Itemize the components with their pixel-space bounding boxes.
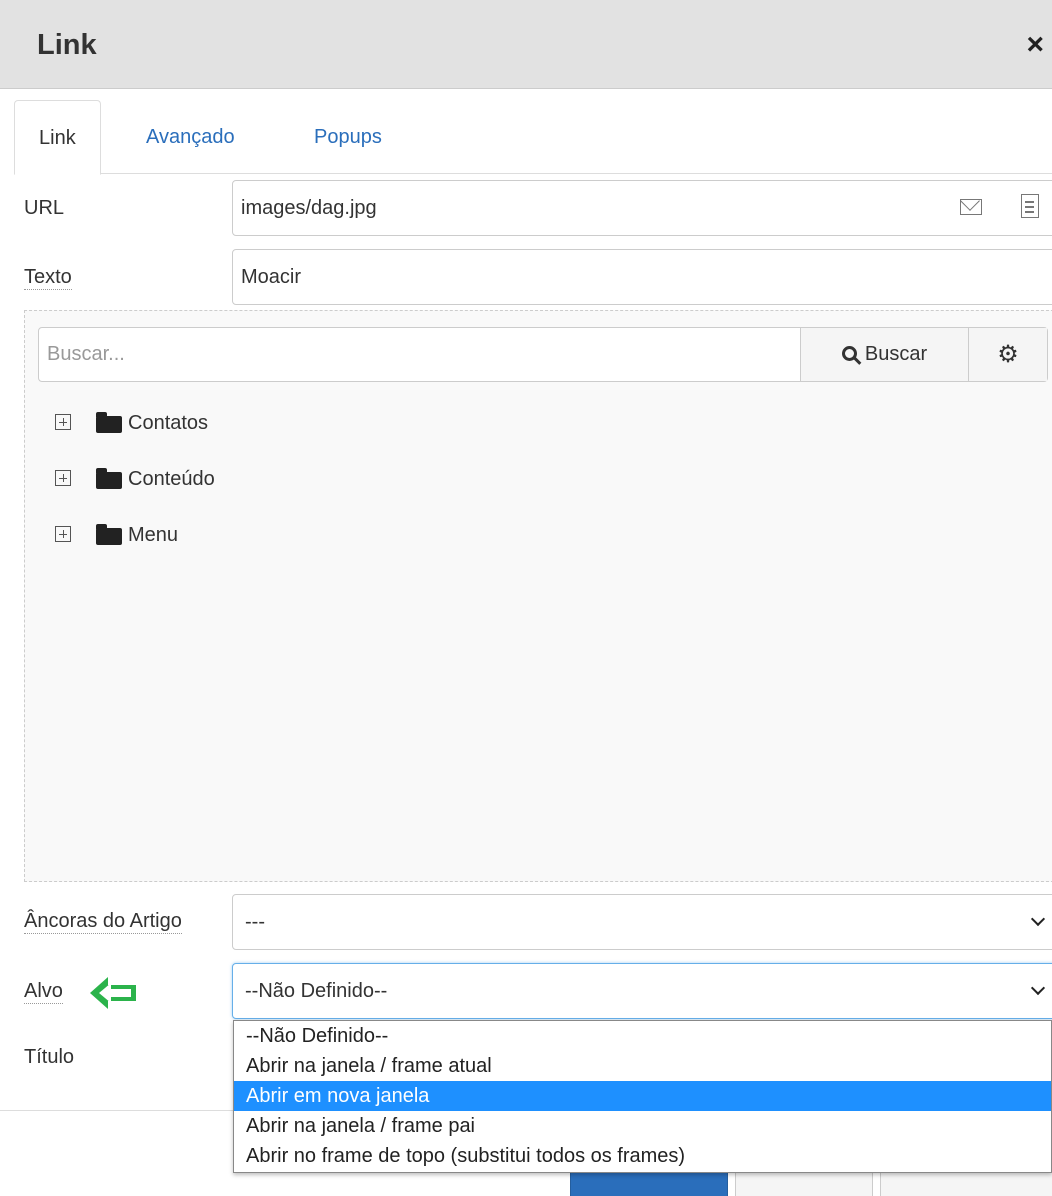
close-icon[interactable]: × (1026, 30, 1044, 60)
target-value: --Não Definido-- (245, 980, 388, 1002)
tab-link[interactable]: Link (14, 100, 101, 175)
tab-popups[interactable]: Popups (290, 100, 406, 174)
target-label: Alvo (24, 980, 63, 1004)
titulo-label: Título (24, 1046, 75, 1068)
dialog-title: Link (37, 29, 97, 61)
file-browser-icon[interactable] (1021, 194, 1039, 218)
target-select[interactable]: --Não Definido-- (232, 963, 1052, 1019)
chevron-down-icon (1030, 980, 1046, 996)
anchors-label: Âncoras do Artigo (24, 910, 182, 934)
expand-plus-icon[interactable] (55, 470, 71, 486)
chevron-down-icon (1030, 911, 1046, 927)
settings-button[interactable]: ⚙ (969, 328, 1047, 381)
tree-item-label: Menu (128, 524, 179, 546)
expand-plus-icon[interactable] (55, 526, 71, 542)
texto-label: Texto (24, 266, 72, 290)
folder-icon (96, 524, 122, 545)
search-input[interactable]: Buscar... (39, 328, 801, 381)
tree-item-label: Contatos (128, 412, 209, 434)
target-option-highlighted[interactable]: Abrir em nova janela (234, 1081, 1051, 1111)
texto-input[interactable]: Moacir (232, 249, 1052, 305)
folder-icon (96, 412, 122, 433)
arrow-left-icon (90, 977, 136, 1009)
anchors-value: --- (245, 911, 265, 933)
search-button-label: Buscar (864, 343, 928, 365)
tab-bar: Link Avançado Popups (14, 100, 1052, 175)
url-label: URL (24, 197, 65, 219)
folder-icon (96, 468, 122, 489)
search-group: Buscar... Buscar ⚙ (38, 327, 1048, 382)
link-dialog: Link × Link Avançado Popups URL images/d… (0, 0, 1052, 1196)
target-option[interactable]: Abrir no frame de topo (substitui todos … (234, 1141, 1051, 1171)
gear-icon: ⚙ (997, 341, 1019, 368)
target-option[interactable]: Abrir na janela / frame pai (234, 1111, 1051, 1141)
search-button[interactable]: Buscar (801, 328, 969, 381)
search-icon (841, 346, 857, 361)
target-option[interactable]: Abrir na janela / frame atual (234, 1051, 1051, 1081)
content-browser: Buscar... Buscar ⚙ Contatos Conteúdo Men… (24, 310, 1052, 882)
dialog-header: Link × (0, 0, 1052, 89)
expand-plus-icon[interactable] (55, 414, 71, 430)
tree-item-label: Conteúdo (128, 468, 215, 490)
email-link-icon[interactable] (960, 199, 982, 215)
target-dropdown-list: --Não Definido-- Abrir na janela / frame… (233, 1020, 1052, 1173)
target-option[interactable]: --Não Definido-- (234, 1021, 1051, 1051)
anchors-select[interactable]: --- (232, 894, 1052, 950)
tab-avancado[interactable]: Avançado (122, 100, 259, 174)
url-input[interactable]: images/dag.jpg (232, 180, 1052, 236)
